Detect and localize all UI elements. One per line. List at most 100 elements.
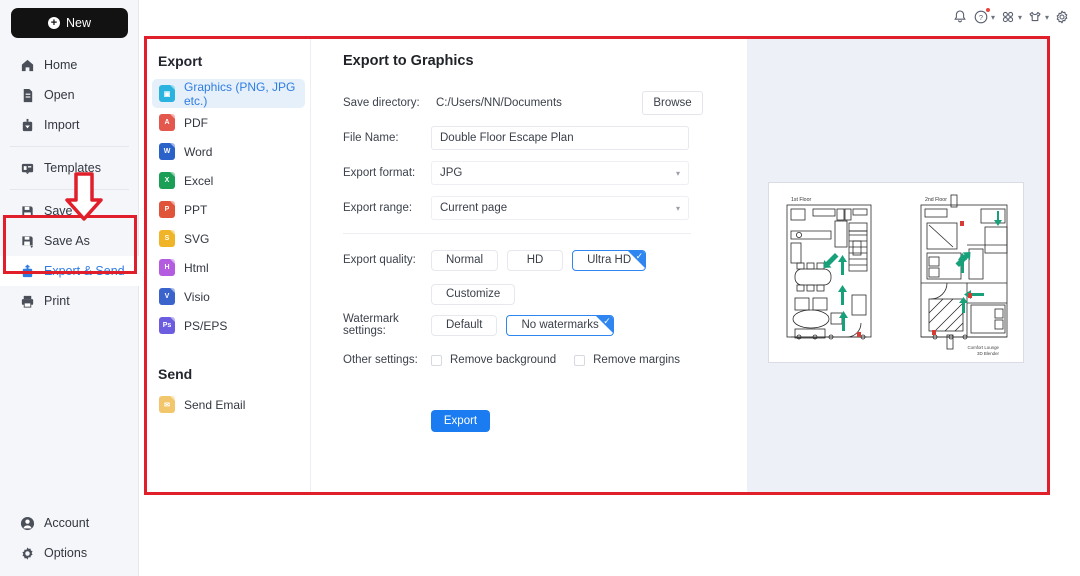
- export-item-ppt[interactable]: P PPT: [152, 195, 305, 224]
- sidebar-group-templates: Templates: [0, 151, 139, 185]
- remove-margins-checkbox[interactable]: [574, 354, 586, 366]
- export-item-pdf[interactable]: A PDF: [152, 108, 305, 137]
- export-item-word[interactable]: W Word: [152, 137, 305, 166]
- export-dialog: Export ▣ Graphics (PNG, JPG etc.) A PDF …: [144, 36, 1050, 495]
- export-item-ps-eps[interactable]: Ps PS/EPS: [152, 311, 305, 340]
- sidebar-group-save: Save Save As Export & Send Print: [0, 194, 139, 318]
- help-button[interactable]: ? ▾: [973, 8, 995, 25]
- top-toolbar: ? ▾ ▾ ▾: [952, 6, 1070, 28]
- ppt-file-icon: P: [159, 201, 175, 218]
- ps-eps-file-icon: Ps: [159, 317, 175, 334]
- quality-option-hd[interactable]: HD: [507, 249, 564, 271]
- sidebar-item-label: Templates: [44, 161, 101, 175]
- options-gear-icon: [20, 546, 35, 561]
- export-format-label: Export format:: [343, 167, 416, 179]
- excel-file-icon: X: [159, 172, 175, 189]
- plus-circle-icon: +: [47, 17, 60, 29]
- sidebar-item-label: Export & Send: [44, 264, 125, 278]
- remove-background-option[interactable]: Remove background: [431, 354, 556, 366]
- file-open-icon: [20, 88, 35, 103]
- templates-icon: [20, 161, 35, 176]
- remove-margins-option[interactable]: Remove margins: [574, 354, 680, 366]
- export-submit-button[interactable]: Export: [431, 410, 490, 432]
- preview-page[interactable]: 1st Floor 2nd Floor Comfort Lounge 3D Bl…: [768, 182, 1024, 363]
- email-icon: ✉: [159, 396, 175, 413]
- export-send-icon: [20, 263, 35, 279]
- sidebar-nav: Home Open Import Templates Save Save As …: [0, 48, 139, 318]
- app-root: + New Home Open Import Templates Save Sa…: [0, 0, 1080, 576]
- chevron-down-icon: ▾: [1044, 12, 1049, 22]
- export-item-graphics[interactable]: ▣ Graphics (PNG, JPG etc.): [152, 79, 305, 108]
- remove-margins-label: Remove margins: [593, 354, 681, 366]
- sidebar-item-open[interactable]: Open: [0, 80, 139, 110]
- export-item-label: Excel: [184, 173, 214, 188]
- remove-background-label: Remove background: [450, 354, 557, 366]
- sidebar-item-label: Print: [44, 294, 70, 308]
- floor1-label: 1st Floor: [791, 197, 811, 203]
- export-item-label: PS/EPS: [184, 318, 228, 333]
- export-item-label: Visio: [184, 289, 210, 304]
- chevron-down-icon: ▾: [675, 203, 680, 213]
- sidebar-group-file: Home Open Import: [0, 48, 139, 142]
- export-preview-panel: 1st Floor 2nd Floor Comfort Lounge 3D Bl…: [747, 39, 1047, 492]
- sidebar-item-label: Account: [44, 516, 90, 530]
- settings-button[interactable]: [1054, 9, 1070, 25]
- sidebar-item-options[interactable]: Options: [0, 538, 139, 568]
- export-range-select[interactable]: Current page ▾: [431, 196, 689, 220]
- svg-file-icon: S: [159, 230, 175, 247]
- export-type-list: Export ▣ Graphics (PNG, JPG etc.) A PDF …: [147, 39, 311, 492]
- new-button[interactable]: + New: [11, 8, 128, 38]
- form-divider: [343, 233, 691, 234]
- quality-option-normal[interactable]: Normal: [431, 249, 499, 271]
- chevron-down-icon: ▾: [990, 12, 995, 22]
- quality-option-ultra-hd[interactable]: Ultra HD ✓: [572, 249, 647, 271]
- sidebar-item-print[interactable]: Print: [0, 286, 139, 316]
- save-as-icon: [20, 234, 35, 249]
- watermark-option-default[interactable]: Default: [431, 314, 498, 336]
- file-name-input[interactable]: Double Floor Escape Plan: [431, 126, 689, 150]
- check-icon: ✓: [635, 250, 644, 261]
- html-file-icon: H: [159, 259, 175, 276]
- remove-background-checkbox[interactable]: [431, 354, 442, 366]
- export-format-select[interactable]: JPG ▾: [431, 161, 689, 185]
- export-item-label: PPT: [184, 202, 208, 217]
- sidebar-item-home[interactable]: Home: [0, 50, 139, 80]
- sidebar-item-export-and-send[interactable]: Export & Send: [0, 256, 139, 286]
- export-item-svg[interactable]: S SVG: [152, 224, 305, 253]
- chevron-down-icon: ▾: [675, 168, 680, 178]
- sidebar: + New Home Open Import Templates Save Sa…: [0, 0, 139, 576]
- send-item-email[interactable]: ✉ Send Email: [152, 390, 305, 419]
- export-item-label: Word: [184, 144, 213, 159]
- theme-button[interactable]: ▾: [1027, 9, 1049, 25]
- file-name-label: File Name:: [343, 132, 399, 144]
- settings-gear-icon: [1054, 9, 1070, 25]
- printer-icon: [20, 294, 35, 309]
- watermark-option-label: No watermarks: [521, 319, 599, 331]
- sidebar-item-save[interactable]: Save: [0, 196, 139, 226]
- new-button-label: New: [65, 16, 91, 30]
- export-section-title: Export: [158, 53, 203, 69]
- apps-grid-icon: [1000, 9, 1016, 25]
- save-directory-value[interactable]: C:/Users/NN/Documents: [431, 91, 636, 115]
- pdf-file-icon: A: [159, 114, 175, 131]
- export-item-html[interactable]: H Html: [152, 253, 305, 282]
- svg-text:?: ?: [979, 13, 983, 22]
- export-item-visio[interactable]: V Visio: [152, 282, 305, 311]
- sidebar-item-save-as[interactable]: Save As: [0, 226, 139, 256]
- sidebar-item-account[interactable]: Account: [0, 508, 139, 538]
- floor-plan-drawing: 1st Floor 2nd Floor Comfort Lounge 3D Bl…: [786, 194, 1008, 356]
- sidebar-item-templates[interactable]: Templates: [0, 153, 139, 183]
- apps-button[interactable]: ▾: [1000, 9, 1022, 25]
- sidebar-item-label: Import: [44, 118, 80, 132]
- sidebar-item-import[interactable]: Import: [0, 110, 139, 140]
- send-section-title: Send: [158, 366, 193, 382]
- notifications-button[interactable]: [952, 9, 968, 25]
- export-range-value: Current page: [440, 202, 508, 214]
- browse-button[interactable]: Browse: [642, 91, 703, 115]
- watermark-option-no-watermarks[interactable]: No watermarks ✓: [506, 314, 614, 336]
- export-item-excel[interactable]: X Excel: [152, 166, 305, 195]
- quality-customize-button[interactable]: Customize: [431, 283, 516, 305]
- import-icon: [20, 118, 35, 133]
- check-icon: ✓: [603, 315, 611, 326]
- word-file-icon: W: [159, 143, 175, 160]
